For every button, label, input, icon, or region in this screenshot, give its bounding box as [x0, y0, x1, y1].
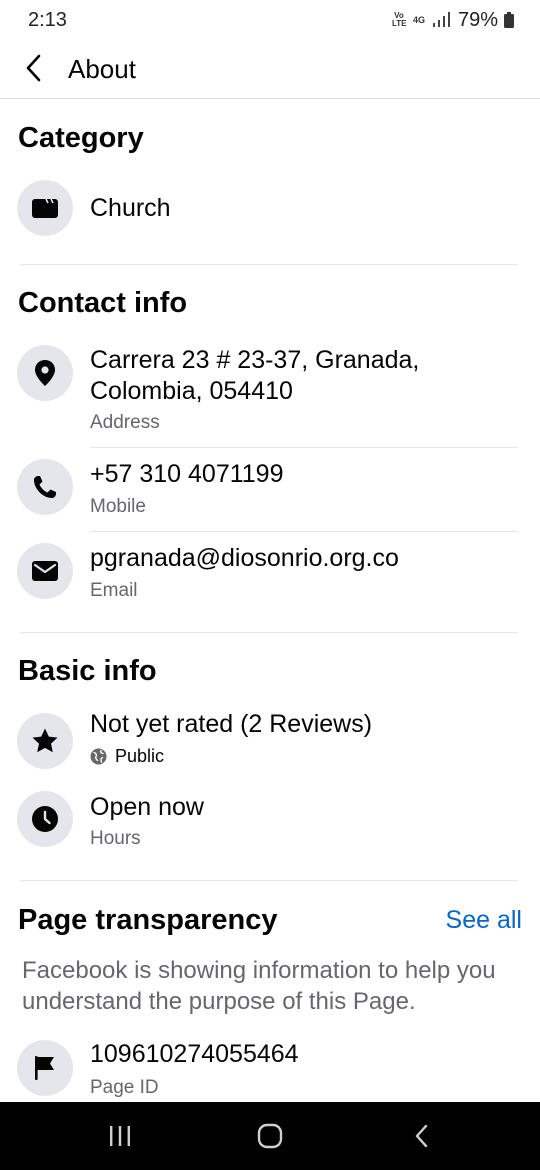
battery-percent: 79% — [457, 8, 498, 31]
address-icon-circle — [17, 345, 73, 401]
address-label: Address — [90, 412, 160, 433]
page-title: About — [68, 54, 136, 84]
video-clapper-icon — [32, 198, 58, 218]
privacy-label: Public — [115, 746, 165, 766]
mobile-icon-circle — [17, 459, 73, 515]
transparency-description: Facebook is showing information to help … — [22, 957, 496, 1015]
privacy-indicator: Public — [90, 746, 164, 767]
phone-icon — [34, 476, 56, 498]
status-bar: 2:13 Vo LTE 4G 79% — [0, 0, 540, 40]
mobile-value[interactable]: +57 310 4071199 — [90, 458, 283, 490]
page-transparency-heading: Page transparency — [18, 904, 278, 936]
network-type-indicator: 4G — [412, 14, 425, 25]
back-button[interactable] — [14, 48, 54, 88]
status-icons: Vo LTE 4G 79% — [392, 8, 514, 32]
system-navigation-bar — [0, 1102, 540, 1170]
email-label: Email — [90, 580, 138, 601]
home-icon — [257, 1123, 283, 1149]
address-line-1[interactable]: Carrera 23 # 23-37, Granada, — [90, 344, 419, 376]
category-icon-circle — [17, 180, 73, 236]
hours-label: Hours — [90, 828, 141, 849]
star-icon — [32, 728, 58, 753]
recent-apps-button[interactable] — [98, 1116, 142, 1156]
app-header: About — [0, 40, 540, 99]
envelope-icon — [32, 561, 58, 581]
home-button[interactable] — [248, 1116, 292, 1156]
email-value[interactable]: pgranada@diosonrio.org.co — [90, 542, 399, 574]
category-heading: Category — [18, 122, 144, 154]
page-id-icon-circle — [17, 1040, 73, 1096]
battery-icon — [504, 12, 514, 28]
signal-icon — [432, 12, 450, 27]
globe-icon — [90, 748, 107, 765]
page-id-label: Page ID — [90, 1077, 159, 1098]
back-icon — [415, 1124, 428, 1148]
see-all-link[interactable]: See all — [446, 906, 522, 935]
hours-icon-circle — [17, 791, 73, 847]
status-time: 2:13 — [28, 9, 67, 31]
flag-icon — [35, 1056, 54, 1080]
page-id-value[interactable]: 109610274055464 — [90, 1038, 299, 1070]
category-value[interactable]: Church — [90, 192, 171, 224]
location-pin-icon — [35, 360, 55, 386]
contact-info-heading: Contact info — [18, 287, 188, 319]
rating-value[interactable]: Not yet rated (2 Reviews) — [90, 708, 372, 740]
clock-icon — [32, 806, 58, 832]
chevron-left-icon — [26, 54, 41, 82]
section-divider — [20, 264, 518, 265]
recent-apps-icon — [110, 1126, 130, 1146]
rating-icon-circle — [17, 713, 73, 769]
address-line-2[interactable]: Colombia, 054410 — [90, 375, 293, 407]
hours-value[interactable]: Open now — [90, 791, 204, 823]
basic-info-heading: Basic info — [18, 655, 157, 687]
row-divider — [90, 531, 518, 532]
email-icon-circle — [17, 543, 73, 599]
section-divider — [20, 880, 518, 881]
section-divider — [20, 632, 518, 633]
row-divider — [90, 447, 518, 448]
mobile-label: Mobile — [90, 496, 146, 517]
volte-indicator: Vo LTE — [391, 11, 407, 28]
system-back-button[interactable] — [400, 1116, 444, 1156]
